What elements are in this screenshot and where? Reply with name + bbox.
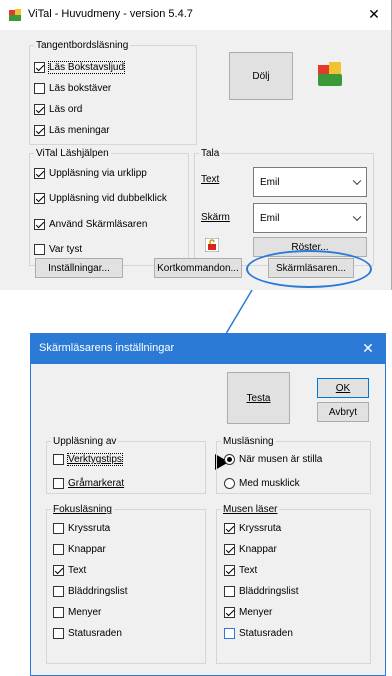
cancel-button-label: Avbryt [328, 406, 358, 418]
cancel-button[interactable]: Avbryt [317, 402, 369, 422]
radio-label: När musen är stilla [239, 454, 323, 465]
checkbox-label: Menyer [68, 607, 102, 618]
checkbox-label: Kryssruta [68, 523, 111, 534]
checkbox-box[interactable] [224, 565, 235, 576]
musen-legend: Musen läser [223, 504, 278, 515]
test-button-label: Testa [246, 392, 271, 404]
checkbox-box[interactable] [224, 586, 235, 597]
checkbox-box[interactable] [224, 628, 235, 639]
close-icon[interactable]: ✕ [351, 334, 385, 362]
radio-box[interactable] [224, 454, 235, 465]
checkbox-box[interactable] [53, 586, 64, 597]
checkbox-box[interactable] [53, 607, 64, 618]
radio-label: Med musklick [239, 478, 300, 489]
radio-med-musklick[interactable]: Med musklick [224, 478, 300, 489]
checkbox-label: Text [239, 565, 258, 576]
checkbox-fokus-text[interactable]: Text [53, 565, 86, 576]
checkbox-fokus-knappar[interactable]: Knappar [53, 544, 106, 555]
checkbox-box[interactable] [224, 523, 235, 534]
checkbox-label: Gråmarkerat [68, 478, 125, 489]
checkbox-box[interactable] [53, 523, 64, 534]
muslasning-legend: Musläsning [223, 436, 274, 447]
checkbox-fokus-bladdringslist[interactable]: Bläddringslist [53, 586, 127, 597]
fokus-legend: Fokusläsning [53, 504, 112, 515]
test-button[interactable]: Testa [227, 372, 290, 424]
checkbox-fokus-kryssruta[interactable]: Kryssruta [53, 523, 110, 534]
checkbox-fokus-menyer[interactable]: Menyer [53, 607, 101, 618]
checkbox-musen-menyer[interactable]: Menyer [224, 607, 272, 618]
checkbox-label: Menyer [239, 607, 273, 618]
checkbox-label: Statusraden [239, 628, 293, 639]
checkbox-box[interactable] [224, 544, 235, 555]
ok-button[interactable]: OK [317, 378, 369, 398]
checkbox-musen-kryssruta[interactable]: Kryssruta [224, 523, 281, 534]
checkbox-label: Knappar [68, 544, 106, 555]
checkbox-label: Bläddringslist [239, 586, 299, 597]
checkbox-box[interactable] [53, 544, 64, 555]
checkbox-box[interactable] [224, 607, 235, 618]
upplasning-legend: Uppläsning av [53, 436, 117, 447]
checkbox-musen-statusraden[interactable]: Statusraden [224, 628, 293, 639]
checkbox-label: Verktygstips [67, 453, 123, 466]
checkbox-fokus-statusraden[interactable]: Statusraden [53, 628, 122, 639]
checkbox-label: Bläddringslist [68, 586, 128, 597]
checkbox-gramarkerat[interactable]: Gråmarkerat [53, 478, 124, 489]
dialog-titlebar: Skärmläsarens inställningar ✕ [31, 334, 385, 364]
checkbox-label: Text [68, 565, 87, 576]
checkbox-verktygstips[interactable]: Verktygstips [53, 453, 123, 466]
checkbox-box[interactable] [53, 478, 64, 489]
settings-dialog: Skärmläsarens inställningar ✕ Testa OK A… [30, 333, 386, 676]
checkbox-box[interactable] [53, 454, 64, 465]
checkbox-musen-bladdringslist[interactable]: Bläddringslist [224, 586, 298, 597]
radio-nar-musen-stilla[interactable]: När musen är stilla [224, 454, 322, 465]
checkbox-musen-text[interactable]: Text [224, 565, 257, 576]
checkbox-musen-knappar[interactable]: Knappar [224, 544, 277, 555]
ok-button-label: OK [335, 382, 351, 394]
checkbox-label: Kryssruta [239, 523, 282, 534]
dialog-title: Skärmläsarens inställningar [39, 342, 175, 354]
radio-box[interactable] [224, 478, 235, 489]
checkbox-box[interactable] [53, 565, 64, 576]
checkbox-box[interactable] [53, 628, 64, 639]
checkbox-label: Statusraden [68, 628, 122, 639]
checkbox-label: Knappar [239, 544, 277, 555]
